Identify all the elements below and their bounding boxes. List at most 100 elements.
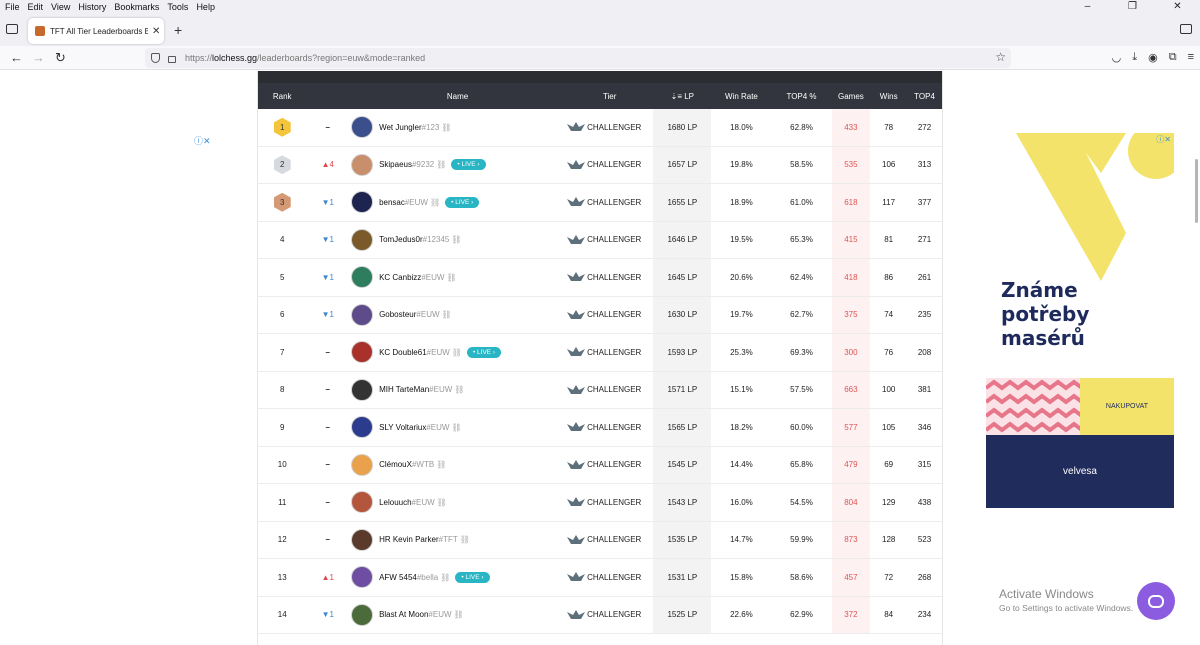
ad-shop-button[interactable]: NAKUPOVAT [1080, 378, 1174, 435]
player-name[interactable]: Lelouuch [379, 498, 411, 507]
page-scrollbar[interactable] [1191, 71, 1200, 645]
player-cell[interactable]: Skipaeus #9232 ⛓ • LIVE › [349, 153, 566, 176]
header-rank[interactable]: Rank [258, 92, 306, 101]
live-badge[interactable]: • LIVE › [455, 571, 490, 583]
player-name[interactable]: bensac [379, 198, 405, 207]
tab-overview-icon[interactable] [1180, 24, 1192, 34]
live-badge[interactable]: • LIVE › [445, 196, 480, 208]
table-row[interactable]: 5 ▼1 KC Canbizz #EUW ⛓ CHALLENGER 1645 L… [258, 259, 942, 297]
player-cell[interactable]: Gobosteur #EUW ⛓ [349, 303, 566, 326]
player-cell[interactable]: ClémouX #WTB ⛓ [349, 453, 566, 476]
account-icon[interactable]: ◉ [1148, 51, 1158, 64]
table-row[interactable]: 12 – HR Kevin Parker #TFT ⛓ CHALLENGER 1… [258, 521, 942, 559]
table-row[interactable]: 8 – MIH TarteMan #EUW ⛓ CHALLENGER 1571 … [258, 371, 942, 409]
avatar[interactable] [351, 566, 374, 589]
table-row[interactable]: 10 – ClémouX #WTB ⛓ CHALLENGER 1545 LP 1… [258, 446, 942, 484]
avatar[interactable] [351, 416, 374, 439]
extensions-icon[interactable]: ⧉ [1169, 51, 1177, 64]
close-window-icon[interactable]: ✕ [1155, 0, 1200, 14]
link-icon[interactable]: ⛓ [436, 160, 446, 169]
advertisement[interactable]: ⓘ✕ Známe potřeby masérů NAKUPOVAT velves… [986, 133, 1174, 508]
avatar[interactable] [351, 491, 374, 514]
header-lp[interactable]: ⇣≡ LP [653, 83, 711, 109]
avatar[interactable] [351, 603, 374, 626]
avatar[interactable] [351, 453, 374, 476]
player-cell[interactable]: AFW 5454 #bella ⛓ • LIVE › [349, 566, 566, 589]
link-icon[interactable]: ⛓ [451, 235, 461, 244]
table-row[interactable]: 9 – SLY Voltariux #EUW ⛓ CHALLENGER 1565… [258, 409, 942, 447]
avatar[interactable] [351, 378, 374, 401]
link-icon[interactable]: ⛓ [436, 460, 446, 469]
avatar[interactable] [351, 116, 374, 139]
table-row[interactable]: 2 ▲4 Skipaeus #9232 ⛓ • LIVE › CHALLENGE… [258, 146, 942, 184]
back-icon[interactable]: ← [10, 50, 23, 66]
table-row[interactable]: 13 ▲1 AFW 5454 #bella ⛓ • LIVE › CHALLEN… [258, 559, 942, 597]
header-win-rate[interactable]: Win Rate [711, 92, 771, 101]
reload-icon[interactable]: ↻ [55, 50, 66, 66]
forward-icon[interactable]: → [32, 50, 45, 66]
link-icon[interactable]: ⛓ [441, 123, 451, 132]
bookmark-star-icon[interactable]: ☆ [995, 50, 1006, 64]
avatar[interactable] [351, 528, 374, 551]
player-cell[interactable]: KC Canbizz #EUW ⛓ [349, 266, 566, 289]
player-cell[interactable]: TomJedus0r #12345 ⛓ [349, 228, 566, 251]
player-name[interactable]: AFW 5454 [379, 573, 417, 582]
table-row[interactable]: 4 ▼1 TomJedus0r #12345 ⛓ CHALLENGER 1646… [258, 221, 942, 259]
player-cell[interactable]: MIH TarteMan #EUW ⛓ [349, 378, 566, 401]
pocket-icon[interactable]: ◡ [1112, 51, 1122, 64]
new-tab-icon[interactable]: + [174, 22, 182, 38]
live-badge[interactable]: • LIVE › [466, 346, 502, 358]
link-icon[interactable]: ⛓ [446, 273, 456, 282]
lock-icon[interactable] [168, 56, 176, 63]
link-icon[interactable]: ⛓ [454, 610, 464, 619]
player-name[interactable]: KC Double61 [379, 348, 427, 357]
table-row[interactable]: 1 – Wet Jungler #123 ⛓ CHALLENGER 1680 L… [258, 109, 942, 147]
player-cell[interactable]: HR Kevin Parker #TFT ⛓ [349, 528, 566, 551]
table-row[interactable]: 6 ▼1 Gobosteur #EUW ⛓ CHALLENGER 1630 LP… [258, 296, 942, 334]
player-name[interactable]: SLY Voltariux [379, 423, 426, 432]
player-name[interactable]: Blast At Moon [379, 610, 428, 619]
link-icon[interactable]: ⛓ [440, 573, 450, 582]
menu-view[interactable]: View [51, 2, 70, 12]
downloads-icon[interactable]: ⤓ [1132, 51, 1137, 64]
ad-info-close-icon[interactable]: ⓘ✕ [194, 134, 211, 147]
link-icon[interactable]: ⛓ [430, 198, 440, 207]
avatar[interactable] [351, 341, 374, 364]
header-top4-percent[interactable]: TOP4 % [771, 92, 831, 101]
link-icon[interactable]: ⛓ [451, 423, 461, 432]
address-bar[interactable]: https://lolchess.gg/leaderboards?region=… [145, 48, 1011, 68]
close-tab-icon[interactable]: ✕ [152, 26, 160, 37]
ad-close-icon[interactable]: ⓘ✕ [1156, 134, 1171, 145]
tab-leaderboards[interactable]: TFT All Tier Leaderboards EUW - ✕ [28, 18, 164, 44]
menu-file[interactable]: File [5, 2, 20, 12]
player-cell[interactable]: Lelouuch #EUW ⛓ [349, 491, 566, 514]
player-name[interactable]: Wet Jungler [379, 123, 422, 132]
minimize-icon[interactable]: – [1065, 0, 1110, 14]
header-tier[interactable]: Tier [566, 92, 653, 101]
menu-bookmarks[interactable]: Bookmarks [114, 2, 159, 12]
menu-help[interactable]: Help [196, 2, 215, 12]
link-icon[interactable]: ⛓ [452, 348, 462, 357]
app-menu-icon[interactable]: ≡ [1188, 51, 1194, 64]
menu-edit[interactable]: Edit [28, 2, 44, 12]
menu-history[interactable]: History [78, 2, 106, 12]
restore-icon[interactable]: ❐ [1110, 0, 1155, 14]
avatar[interactable] [351, 153, 374, 176]
link-icon[interactable]: ⛓ [454, 385, 464, 394]
menu-tools[interactable]: Tools [167, 2, 188, 12]
header-top4[interactable]: TOP4 [907, 92, 942, 101]
tab-list-icon[interactable] [6, 24, 18, 34]
table-row[interactable]: 14 ▼1 Blast At Moon #EUW ⛓ CHALLENGER 15… [258, 596, 942, 634]
player-name[interactable]: HR Kevin Parker [379, 535, 439, 544]
tracking-shield-icon[interactable] [151, 53, 160, 63]
table-row[interactable]: 3 ▼1 bensac #EUW ⛓ • LIVE › CHALLENGER 1… [258, 184, 942, 222]
player-name[interactable]: Skipaeus [379, 160, 412, 169]
header-wins[interactable]: Wins [870, 92, 907, 101]
header-name[interactable]: Name [349, 92, 566, 101]
avatar[interactable] [351, 266, 374, 289]
player-cell[interactable]: SLY Voltariux #EUW ⛓ [349, 416, 566, 439]
player-name[interactable]: TomJedus0r [379, 235, 423, 244]
player-name[interactable]: ClémouX [379, 460, 412, 469]
player-cell[interactable]: KC Double61 #EUW ⛓ • LIVE › [349, 341, 566, 364]
avatar[interactable] [351, 191, 374, 214]
